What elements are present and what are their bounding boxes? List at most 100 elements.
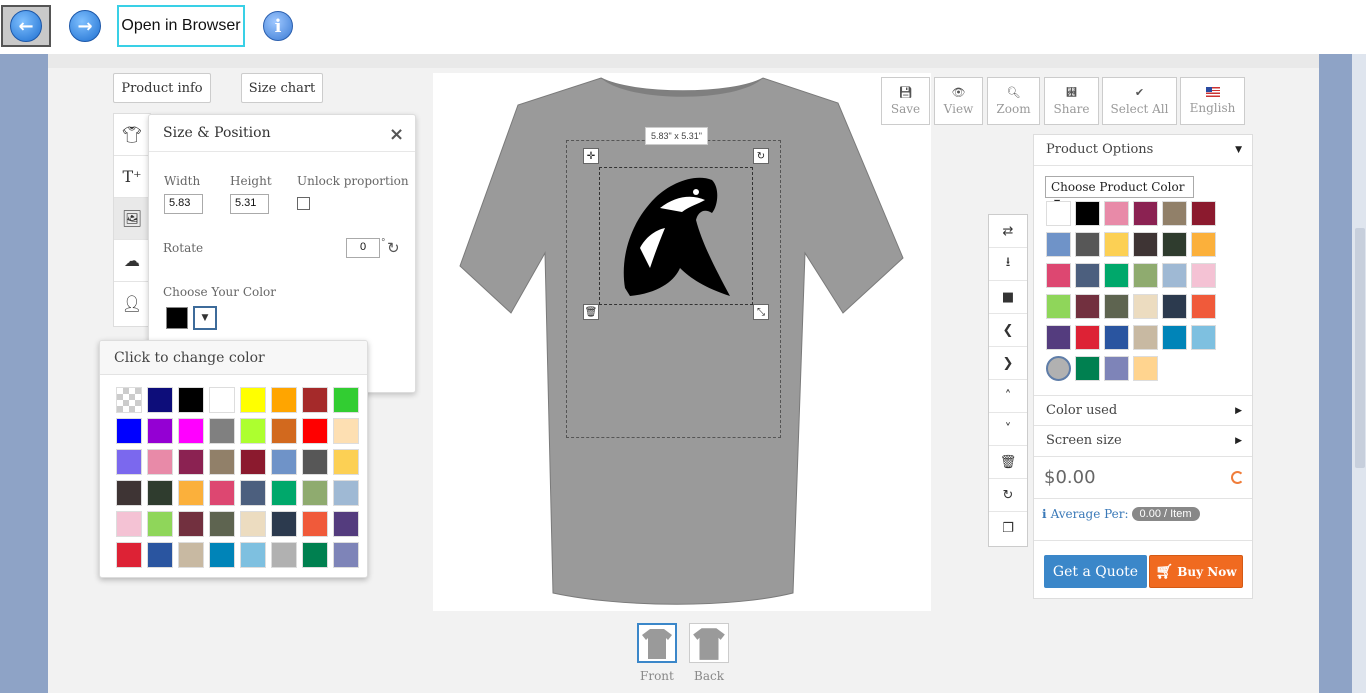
- language-button[interactable]: English: [1180, 77, 1245, 125]
- product-color-swatch[interactable]: [1104, 356, 1129, 381]
- color-swatch[interactable]: [271, 480, 297, 506]
- color-swatch[interactable]: [209, 542, 235, 568]
- size-chart-button[interactable]: Size chart: [241, 73, 323, 103]
- product-color-swatch[interactable]: [1191, 325, 1216, 350]
- color-swatch[interactable]: [333, 387, 359, 413]
- color-swatch[interactable]: [302, 449, 328, 475]
- product-color-swatch[interactable]: [1075, 201, 1100, 226]
- product-color-swatch[interactable]: [1191, 263, 1216, 288]
- color-swatch[interactable]: [240, 480, 266, 506]
- buy-now-button[interactable]: 🛒︎ Buy Now: [1149, 555, 1243, 588]
- select-all-button[interactable]: ✔ Select All: [1102, 77, 1177, 125]
- color-swatch[interactable]: [178, 449, 204, 475]
- back-thumbnail[interactable]: [689, 623, 729, 663]
- forward-button[interactable]: →: [60, 5, 110, 47]
- color-swatch[interactable]: [209, 449, 235, 475]
- color-swatch[interactable]: [178, 480, 204, 506]
- refresh-icon[interactable]: ↻: [989, 479, 1027, 512]
- align-left-icon[interactable]: ■: [989, 281, 1027, 314]
- product-color-swatch-selected[interactable]: [1046, 356, 1071, 381]
- align-bottom-icon[interactable]: ⭳: [989, 248, 1027, 281]
- product-color-swatch[interactable]: [1133, 325, 1158, 350]
- duplicate-icon[interactable]: ❐: [989, 512, 1027, 545]
- back-button[interactable]: ←: [1, 5, 51, 47]
- color-swatch[interactable]: [209, 387, 235, 413]
- current-color-swatch[interactable]: [166, 307, 188, 329]
- product-color-swatch[interactable]: [1133, 263, 1158, 288]
- choose-product-color-select[interactable]: Choose Product Color ▼: [1045, 176, 1194, 207]
- product-color-swatch[interactable]: [1133, 356, 1158, 381]
- product-color-swatch[interactable]: [1046, 232, 1071, 257]
- color-swatch[interactable]: [209, 511, 235, 537]
- chevron-left-icon[interactable]: ❮: [989, 314, 1027, 347]
- color-swatch[interactable]: [147, 480, 173, 506]
- product-color-swatch[interactable]: [1191, 232, 1216, 257]
- product-color-swatch[interactable]: [1133, 294, 1158, 319]
- color-swatch[interactable]: [116, 449, 142, 475]
- color-swatch-transparent[interactable]: [116, 387, 142, 413]
- color-swatch[interactable]: [147, 511, 173, 537]
- color-swatch[interactable]: [333, 449, 359, 475]
- product-color-swatch[interactable]: [1162, 325, 1187, 350]
- color-swatch[interactable]: [178, 511, 204, 537]
- color-swatch[interactable]: [240, 542, 266, 568]
- color-swatch[interactable]: [333, 480, 359, 506]
- rotate-input[interactable]: 0: [346, 238, 380, 258]
- color-swatch[interactable]: [178, 387, 204, 413]
- share-button[interactable]: ⮖ Share: [1044, 77, 1099, 125]
- color-swatch[interactable]: [271, 542, 297, 568]
- chevron-down-icon[interactable]: ˅: [989, 413, 1027, 446]
- product-color-swatch[interactable]: [1046, 325, 1071, 350]
- product-color-swatch[interactable]: [1075, 294, 1100, 319]
- product-color-swatch[interactable]: [1104, 232, 1129, 257]
- front-thumbnail[interactable]: [637, 623, 677, 663]
- design-selection-box[interactable]: [599, 167, 753, 305]
- screen-size-row[interactable]: Screen size ▶: [1034, 426, 1252, 457]
- color-swatch[interactable]: [302, 418, 328, 444]
- product-color-swatch[interactable]: [1075, 325, 1100, 350]
- names-tool[interactable]: 👤︎: [114, 282, 150, 324]
- chevron-right-icon[interactable]: ❯: [989, 347, 1027, 380]
- product-color-swatch[interactable]: [1046, 263, 1071, 288]
- image-tool[interactable]: 🖼︎: [114, 198, 150, 240]
- product-color-swatch[interactable]: [1104, 263, 1129, 288]
- color-swatch[interactable]: [240, 511, 266, 537]
- get-a-quote-button[interactable]: Get a Quote: [1044, 555, 1147, 588]
- color-swatch[interactable]: [333, 542, 359, 568]
- product-color-swatch[interactable]: [1046, 201, 1071, 226]
- product-color-swatch[interactable]: [1075, 263, 1100, 288]
- width-input[interactable]: 5.83: [164, 194, 203, 214]
- color-swatch[interactable]: [271, 511, 297, 537]
- color-swatch[interactable]: [116, 418, 142, 444]
- delete-handle-icon[interactable]: 🗑︎: [583, 304, 599, 320]
- info-button[interactable]: i: [253, 5, 303, 47]
- product-color-swatch[interactable]: [1162, 232, 1187, 257]
- color-swatch[interactable]: [302, 542, 328, 568]
- product-color-swatch[interactable]: [1046, 294, 1071, 319]
- trash-icon[interactable]: 🗑︎: [989, 446, 1027, 479]
- color-swatch[interactable]: [147, 387, 173, 413]
- product-info-button[interactable]: Product info: [113, 73, 211, 103]
- rotate-handle-icon[interactable]: ↻: [753, 148, 769, 164]
- color-swatch[interactable]: [271, 418, 297, 444]
- color-swatch[interactable]: [302, 387, 328, 413]
- text-tool[interactable]: T⁺: [114, 156, 150, 198]
- color-swatch[interactable]: [240, 418, 266, 444]
- product-color-swatch[interactable]: [1162, 263, 1187, 288]
- resize-handle-icon[interactable]: ⤡: [753, 304, 769, 320]
- color-dropdown-button[interactable]: ▼: [193, 306, 217, 330]
- color-swatch[interactable]: [178, 542, 204, 568]
- color-swatch[interactable]: [240, 449, 266, 475]
- product-color-swatch[interactable]: [1162, 294, 1187, 319]
- product-color-swatch[interactable]: [1162, 201, 1187, 226]
- product-color-swatch[interactable]: [1075, 356, 1100, 381]
- swap-icon[interactable]: ⇄: [989, 215, 1027, 248]
- color-swatch[interactable]: [116, 511, 142, 537]
- product-color-swatch[interactable]: [1133, 201, 1158, 226]
- color-swatch[interactable]: [209, 418, 235, 444]
- color-used-row[interactable]: Color used ▶: [1034, 395, 1252, 426]
- product-color-swatch[interactable]: [1104, 294, 1129, 319]
- color-swatch[interactable]: [240, 387, 266, 413]
- product-color-swatch[interactable]: [1075, 232, 1100, 257]
- color-swatch[interactable]: [116, 542, 142, 568]
